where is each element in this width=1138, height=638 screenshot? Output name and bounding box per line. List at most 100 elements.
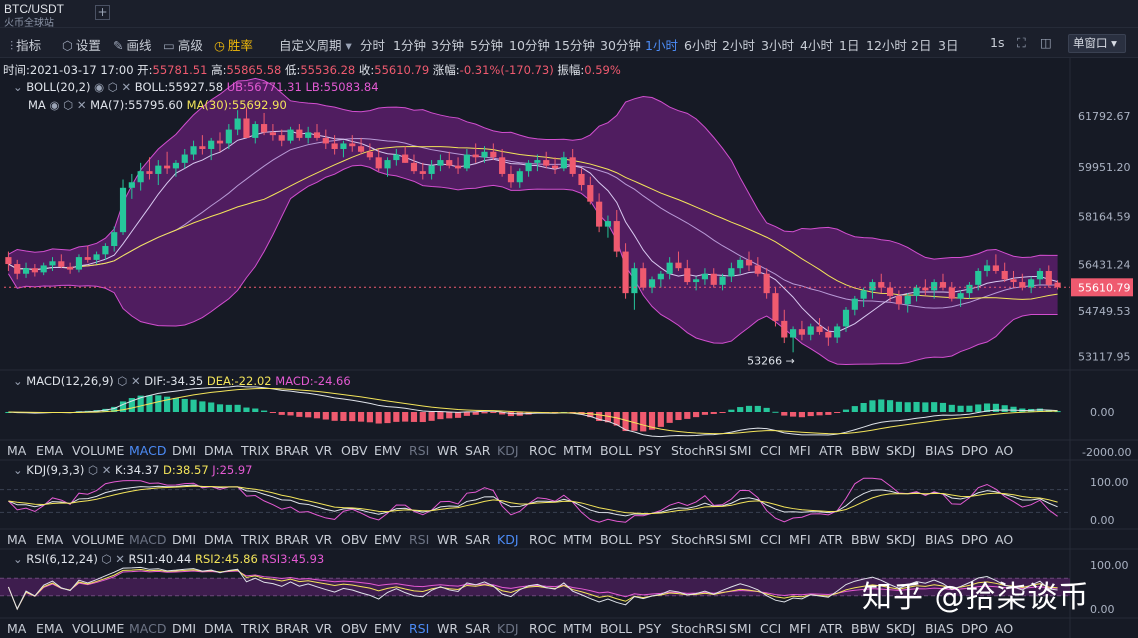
tab-vr[interactable]: VR: [315, 443, 332, 458]
custom-period-dropdown[interactable]: 自定义周期 ▾: [279, 35, 352, 54]
tab-sar[interactable]: SAR: [465, 532, 490, 547]
tab-ma[interactable]: MA: [7, 621, 26, 636]
tab-atr[interactable]: ATR: [819, 621, 843, 636]
period-7[interactable]: 1小时: [645, 35, 678, 54]
tab-dmi[interactable]: DMI: [172, 532, 196, 547]
collapse-icon[interactable]: ⌄: [13, 463, 23, 477]
draw-button[interactable]: ✎ 画线: [113, 35, 152, 54]
tab-roc[interactable]: ROC: [529, 532, 556, 547]
tab-skdj[interactable]: SKDJ: [886, 443, 915, 458]
chart-area[interactable]: 53266 → 61792.67 59951.20 58164.59 56431.24 5…: [0, 58, 1138, 638]
tab-psy[interactable]: PSY: [638, 621, 661, 636]
tab-macd[interactable]: MACD: [129, 532, 166, 547]
tab-bbw[interactable]: BBW: [851, 621, 880, 636]
tab-cci[interactable]: CCI: [760, 621, 781, 636]
tab-bias[interactable]: BIAS: [925, 532, 954, 547]
tab-volume[interactable]: VOLUME: [72, 532, 124, 547]
fullscreen-icon[interactable]: ⛶: [1017, 35, 1026, 51]
tab-mtm[interactable]: MTM: [563, 443, 592, 458]
gear-icon[interactable]: ⬡: [88, 463, 98, 477]
tab-dmi[interactable]: DMI: [172, 443, 196, 458]
period-3[interactable]: 5分钟: [470, 35, 503, 54]
tab-obv[interactable]: OBV: [341, 532, 368, 547]
tab-bbw[interactable]: BBW: [851, 532, 880, 547]
tab-volume[interactable]: VOLUME: [72, 443, 124, 458]
tab-dma[interactable]: DMA: [204, 532, 233, 547]
gear-icon[interactable]: ⬡: [108, 80, 118, 94]
gear-icon[interactable]: ⬡: [117, 374, 127, 388]
tab-stochrsi[interactable]: StochRSI: [671, 621, 727, 636]
indicator-button[interactable]: ⫶ 指标: [10, 35, 41, 54]
tab-dma[interactable]: DMA: [204, 443, 233, 458]
tab-wr[interactable]: WR: [437, 443, 458, 458]
tab-psy[interactable]: PSY: [638, 532, 661, 547]
period-13[interactable]: 12小时: [866, 35, 907, 54]
tab-macd[interactable]: MACD: [129, 621, 166, 636]
tab-sar[interactable]: SAR: [465, 443, 490, 458]
tab-ma[interactable]: MA: [7, 532, 26, 547]
tab-ema[interactable]: EMA: [36, 443, 63, 458]
tab-cci[interactable]: CCI: [760, 532, 781, 547]
tab-emv[interactable]: EMV: [374, 621, 401, 636]
tab-mtm[interactable]: MTM: [563, 532, 592, 547]
collapse-icon[interactable]: ⌄: [13, 552, 23, 566]
tab-cci[interactable]: CCI: [760, 443, 781, 458]
tab-atr[interactable]: ATR: [819, 532, 843, 547]
tab-obv[interactable]: OBV: [341, 621, 368, 636]
tab-dpo[interactable]: DPO: [961, 621, 988, 636]
add-tab-button[interactable]: +: [95, 5, 110, 20]
tab-brar[interactable]: BRAR: [275, 443, 309, 458]
tab-kdj[interactable]: KDJ: [497, 621, 519, 636]
close-icon[interactable]: ✕: [115, 552, 125, 566]
close-icon[interactable]: ✕: [102, 463, 112, 477]
tab-boll[interactable]: BOLL: [600, 443, 632, 458]
tab-rsi[interactable]: RSI: [409, 621, 429, 636]
settings-button[interactable]: ⬡ 设置: [62, 35, 101, 54]
tab-dpo[interactable]: DPO: [961, 532, 988, 547]
tab-trix[interactable]: TRIX: [241, 621, 270, 636]
period-11[interactable]: 4小时: [800, 35, 833, 54]
tab-skdj[interactable]: SKDJ: [886, 621, 915, 636]
tab-dma[interactable]: DMA: [204, 621, 233, 636]
seconds-button[interactable]: 1s: [990, 35, 1004, 50]
period-4[interactable]: 10分钟: [509, 35, 550, 54]
eye-icon[interactable]: ◉: [49, 98, 59, 112]
tab-brar[interactable]: BRAR: [275, 532, 309, 547]
period-1[interactable]: 1分钟: [393, 35, 426, 54]
tab-vr[interactable]: VR: [315, 621, 332, 636]
period-15[interactable]: 3日: [938, 35, 958, 54]
period-2[interactable]: 3分钟: [431, 35, 464, 54]
tab-roc[interactable]: ROC: [529, 621, 556, 636]
tab-macd[interactable]: MACD: [129, 443, 166, 458]
tab-sar[interactable]: SAR: [465, 621, 490, 636]
tab-volume[interactable]: VOLUME: [72, 621, 124, 636]
period-8[interactable]: 6小时: [684, 35, 717, 54]
tab-wr[interactable]: WR: [437, 532, 458, 547]
winrate-button[interactable]: ◷ 胜率: [214, 35, 253, 54]
tab-wr[interactable]: WR: [437, 621, 458, 636]
tab-smi[interactable]: SMI: [729, 532, 751, 547]
tab-emv[interactable]: EMV: [374, 443, 401, 458]
eye-icon[interactable]: ◉: [94, 80, 104, 94]
tab-stochrsi[interactable]: StochRSI: [671, 443, 727, 458]
tab-boll[interactable]: BOLL: [600, 621, 632, 636]
tab-brar[interactable]: BRAR: [275, 621, 309, 636]
collapse-icon[interactable]: ⌄: [13, 80, 23, 94]
tab-kdj[interactable]: KDJ: [497, 532, 519, 547]
tab-psy[interactable]: PSY: [638, 443, 661, 458]
gear-icon[interactable]: ⬡: [63, 98, 73, 112]
close-icon[interactable]: ✕: [77, 98, 87, 112]
tab-bias[interactable]: BIAS: [925, 443, 954, 458]
tab-roc[interactable]: ROC: [529, 443, 556, 458]
tab-stochrsi[interactable]: StochRSI: [671, 532, 727, 547]
tab-dmi[interactable]: DMI: [172, 621, 196, 636]
tab-vr[interactable]: VR: [315, 532, 332, 547]
period-0[interactable]: 分时: [360, 35, 385, 54]
gear-icon[interactable]: ⬡: [102, 552, 112, 566]
tab-ao[interactable]: AO: [995, 621, 1013, 636]
tab-mfi[interactable]: MFI: [789, 443, 811, 458]
period-9[interactable]: 2小时: [722, 35, 755, 54]
period-6[interactable]: 30分钟: [600, 35, 641, 54]
tab-mfi[interactable]: MFI: [789, 532, 811, 547]
tab-smi[interactable]: SMI: [729, 621, 751, 636]
